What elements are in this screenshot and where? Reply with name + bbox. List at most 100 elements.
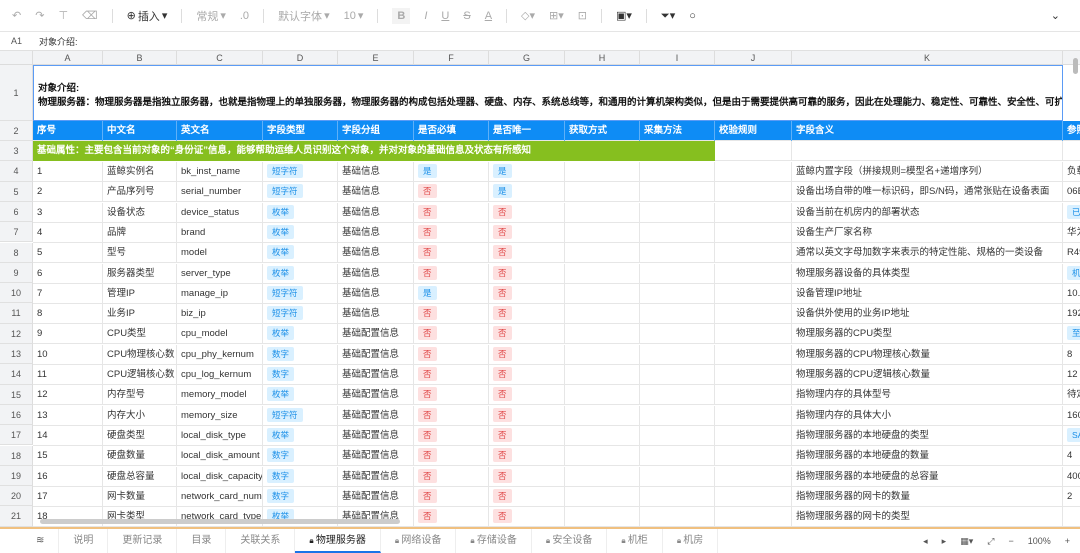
column-header[interactable]: B <box>103 51 177 65</box>
column-title[interactable]: 采集方法 <box>640 121 715 141</box>
fill-color-icon[interactable]: ◇▾ <box>521 9 535 22</box>
table-cell[interactable]: 网卡数量 <box>103 486 177 507</box>
table-cell[interactable]: 否 <box>489 365 565 385</box>
table-cell[interactable] <box>715 324 792 345</box>
zoom-in-button[interactable]: + <box>1065 536 1070 546</box>
column-title[interactable]: 获取方式 <box>565 121 640 141</box>
column-header[interactable]: I <box>640 51 715 65</box>
table-cell[interactable]: 设备状态 <box>103 202 177 223</box>
table-cell[interactable]: 物理服务器的CPU逻辑核心数量 <box>792 365 1063 385</box>
table-cell[interactable] <box>565 466 640 487</box>
column-header[interactable]: F <box>414 51 489 65</box>
table-cell[interactable]: 数字 <box>263 344 338 365</box>
table-cell[interactable]: 短字符 <box>263 182 338 203</box>
table-cell[interactable]: cpu_phy_kernum <box>177 344 263 365</box>
table-cell[interactable]: 8 <box>1063 345 1080 365</box>
sheet-tab[interactable]: 🔒︎ 存储设备 <box>456 529 532 553</box>
table-cell[interactable] <box>640 365 715 385</box>
table-cell[interactable]: 基础信息 <box>338 283 414 304</box>
table-cell[interactable]: 基础配置信息 <box>338 344 414 365</box>
comment-icon[interactable]: ▣▾ <box>616 9 632 22</box>
table-cell[interactable] <box>565 385 640 406</box>
table-cell[interactable]: 至 <box>1063 324 1080 344</box>
table-cell[interactable] <box>565 324 640 345</box>
table-cell[interactable] <box>1063 507 1080 527</box>
table-cell[interactable] <box>640 304 715 325</box>
column-title[interactable]: 中文名 <box>103 121 177 141</box>
section-title-cell[interactable]: 基础属性：主要包含当前对象的“身份证”信息，能够帮助运维人员识别这个对象，并对对… <box>33 141 715 161</box>
table-cell[interactable]: 否 <box>489 425 565 446</box>
row-header[interactable]: 10 <box>0 283 33 304</box>
italic-button[interactable]: I <box>424 10 427 22</box>
table-cell[interactable] <box>715 425 792 446</box>
table-cell[interactable]: 型号 <box>103 243 177 264</box>
strikethrough-button[interactable]: S <box>463 10 470 22</box>
table-cell[interactable]: CPU物理核心数 <box>103 344 177 365</box>
table-cell[interactable]: local_disk_type <box>177 425 263 446</box>
table-cell[interactable]: 设备管理IP地址 <box>792 283 1063 304</box>
insert-button[interactable]: ⊕ 插入 ▾ <box>127 8 168 24</box>
table-cell[interactable]: 基础信息 <box>338 243 414 264</box>
table-cell[interactable]: CPU逻辑核心数 <box>103 365 177 385</box>
row-header[interactable]: 19 <box>0 465 33 487</box>
table-cell[interactable]: 设备当前在机房内的部署状态 <box>792 202 1063 223</box>
table-cell[interactable]: memory_size <box>177 405 263 426</box>
column-header[interactable]: K <box>792 51 1063 65</box>
table-cell[interactable]: 管理IP <box>103 283 177 304</box>
table-cell[interactable]: 否 <box>489 324 565 345</box>
table-cell[interactable]: 业务IP <box>103 304 177 325</box>
table-cell[interactable]: 6 <box>33 263 103 284</box>
table-cell[interactable]: 枚举 <box>263 263 338 284</box>
table-cell[interactable]: 否 <box>414 182 489 203</box>
table-cell[interactable]: server_type <box>177 263 263 284</box>
table-cell[interactable]: 数字 <box>263 466 338 487</box>
row-header[interactable]: 16 <box>0 404 33 426</box>
empty-cell[interactable] <box>715 141 792 161</box>
table-cell[interactable]: 基础信息 <box>338 182 414 203</box>
table-cell[interactable]: 否 <box>489 304 565 325</box>
table-cell[interactable]: 基础配置信息 <box>338 446 414 467</box>
row-header[interactable]: 11 <box>0 303 33 324</box>
table-cell[interactable] <box>715 182 792 203</box>
table-cell[interactable]: 产品序列号 <box>103 182 177 203</box>
table-cell[interactable]: R49 <box>1063 243 1080 263</box>
table-cell[interactable]: 否 <box>489 283 565 304</box>
row-header[interactable]: 17 <box>0 425 33 446</box>
table-cell[interactable]: 2 <box>33 182 103 203</box>
table-cell[interactable] <box>640 446 715 467</box>
table-cell[interactable] <box>715 304 792 325</box>
table-cell[interactable]: brand <box>177 222 263 243</box>
table-cell[interactable]: 数字 <box>263 365 338 385</box>
column-title[interactable]: 字段分组 <box>338 121 414 141</box>
table-cell[interactable]: 7 <box>33 283 103 304</box>
sheet-list-icon[interactable]: ≋ <box>0 529 60 553</box>
table-cell[interactable]: 否 <box>414 222 489 243</box>
underline-button[interactable]: U <box>441 10 449 22</box>
table-cell[interactable]: 2 <box>1063 487 1080 507</box>
table-cell[interactable]: 网卡类型 <box>103 507 177 527</box>
table-cell[interactable]: 否 <box>414 365 489 385</box>
table-cell[interactable]: 指物理服务器的网卡的类型 <box>792 507 1063 527</box>
table-cell[interactable]: model <box>177 243 263 264</box>
table-cell[interactable]: 10 <box>33 344 103 365</box>
column-title[interactable]: 字段含义 <box>792 121 1063 141</box>
table-cell[interactable]: 待定 <box>1063 385 1080 405</box>
table-cell[interactable] <box>565 446 640 467</box>
sheet-tab[interactable]: 🔒︎ 物理服务器 <box>295 529 381 553</box>
table-cell[interactable]: 设备供外使用的业务IP地址 <box>792 304 1063 325</box>
column-title[interactable]: 是否必填 <box>414 121 489 141</box>
table-cell[interactable]: 负载 <box>1063 162 1080 182</box>
table-cell[interactable]: 否 <box>414 304 489 325</box>
table-cell[interactable] <box>640 486 715 507</box>
table-cell[interactable]: local_disk_amount <box>177 446 263 467</box>
table-cell[interactable]: cpu_model <box>177 324 263 345</box>
table-cell[interactable]: 指物理服务器的网卡的数量 <box>792 486 1063 507</box>
table-cell[interactable]: 硬盘总容量 <box>103 466 177 487</box>
sheet-tab[interactable]: 🔒︎ 机柜 <box>607 529 663 553</box>
sheet-tab[interactable]: 🔒︎ 机房 <box>663 529 719 553</box>
table-cell[interactable]: 否 <box>489 263 565 284</box>
table-cell[interactable]: 192 <box>1063 304 1080 324</box>
table-cell[interactable]: 1 <box>33 162 103 182</box>
table-cell[interactable]: 否 <box>414 405 489 426</box>
table-cell[interactable] <box>565 202 640 223</box>
